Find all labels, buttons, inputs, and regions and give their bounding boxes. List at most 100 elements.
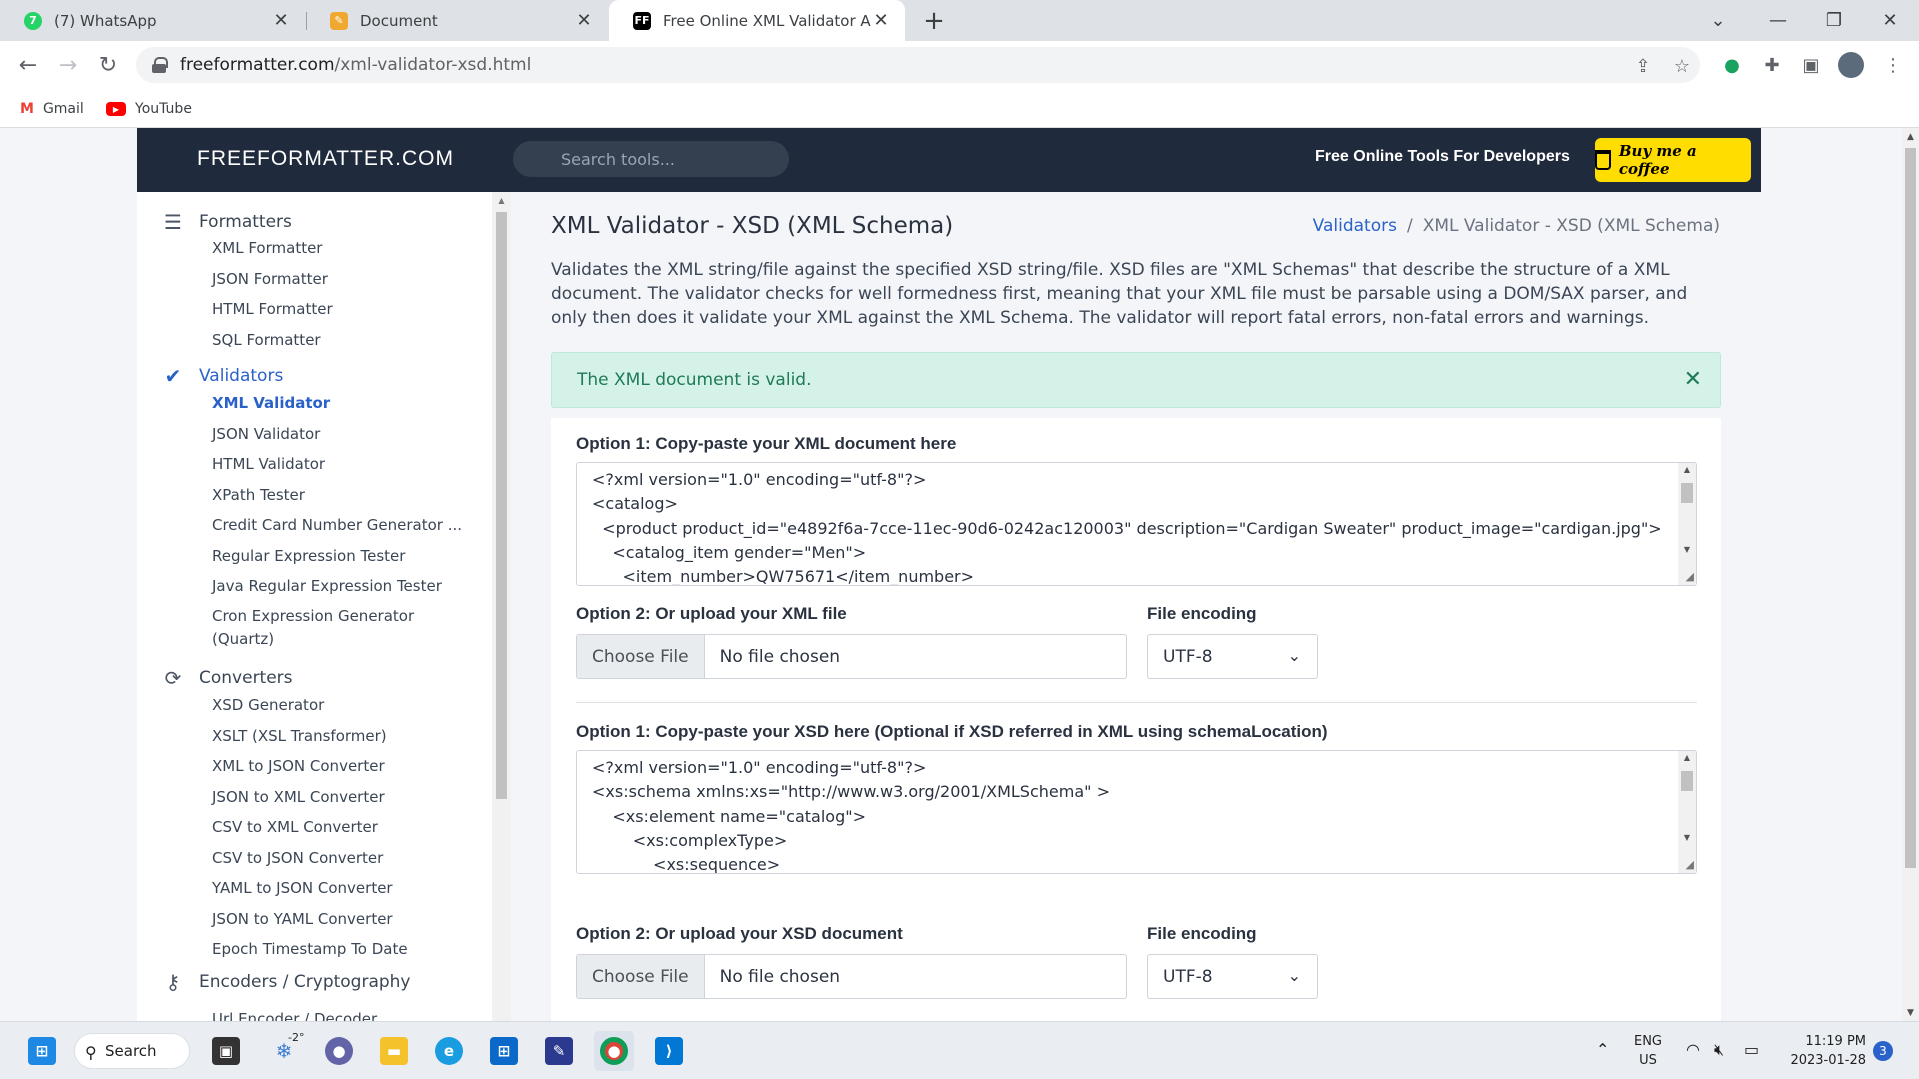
- scroll-up-arrow-icon[interactable]: ▲: [1902, 128, 1919, 145]
- language-indicator[interactable]: ENG US: [1628, 1032, 1668, 1070]
- xml-textarea-scrollbar[interactable]: ▲ ▼ ◢: [1678, 463, 1696, 585]
- xml-scroll-thumb[interactable]: [1681, 483, 1693, 503]
- sidebar-item-yaml-to-json[interactable]: YAML to JSON Converter: [212, 877, 472, 900]
- sidebar-item-xml-to-json[interactable]: XML to JSON Converter: [212, 755, 472, 778]
- windows-start-icon[interactable]: ⊞: [22, 1031, 62, 1071]
- wifi-icon[interactable]: ◠: [1686, 1040, 1700, 1059]
- page-scrollbar[interactable]: ▲ ▼: [1902, 128, 1919, 1021]
- sidebar-item-xpath-tester[interactable]: XPath Tester: [212, 484, 472, 507]
- tab-freeformatter[interactable]: FF Free Online XML Validator Against ✕: [609, 0, 905, 41]
- lock-icon[interactable]: [152, 57, 168, 73]
- sidebar-item-html-validator[interactable]: HTML Validator: [212, 453, 472, 476]
- xml-file-upload[interactable]: Choose File No file chosen: [576, 634, 1127, 679]
- xsd-encoding-select[interactable]: UTF-8 ⌄: [1147, 954, 1318, 999]
- chevron-up-icon[interactable]: ⌃: [1596, 1040, 1609, 1059]
- xml-input-textarea[interactable]: <?xml version="1.0" encoding="utf-8"?> <…: [576, 462, 1697, 586]
- resize-grip-icon[interactable]: ◢: [1686, 858, 1694, 871]
- sidebar-item-sql-formatter[interactable]: SQL Formatter: [212, 329, 472, 352]
- close-icon[interactable]: ✕: [1684, 367, 1702, 392]
- xml-choose-file-button[interactable]: Choose File: [577, 635, 705, 678]
- xsd-file-upload[interactable]: Choose File No file chosen: [576, 954, 1127, 999]
- page-scroll-thumb[interactable]: [1905, 148, 1916, 868]
- sidebar-item-csv-to-json[interactable]: CSV to JSON Converter: [212, 847, 472, 870]
- restore-button[interactable]: ❐: [1806, 0, 1862, 41]
- sidebar-scrollbar[interactable]: ▲: [492, 192, 511, 1021]
- sidebar-item-html-formatter[interactable]: HTML Formatter: [212, 298, 472, 321]
- scroll-down-arrow-icon[interactable]: ▼: [1902, 1004, 1919, 1021]
- sidebar-item-url-encoder[interactable]: Url Encoder / Decoder: [212, 1008, 472, 1021]
- chrome-menu-icon[interactable]: ⋮: [1879, 51, 1907, 79]
- tab-whatsapp[interactable]: 7 (7) WhatsApp ✕: [0, 0, 305, 41]
- extensions-puzzle-icon[interactable]: ✚: [1758, 51, 1786, 79]
- sidebar-item-epoch-timestamp[interactable]: Epoch Timestamp To Date: [212, 938, 472, 961]
- weather-widget-icon[interactable]: ❄ -2°: [264, 1031, 305, 1071]
- minimize-button[interactable]: —: [1750, 0, 1806, 41]
- sidebar-item-json-validator[interactable]: JSON Validator: [212, 423, 472, 446]
- sidebar-group-encoders[interactable]: ⚷ Encoders / Cryptography: [161, 968, 411, 996]
- sidebar-group-converters[interactable]: ⟳ Converters: [161, 664, 293, 692]
- sidebar-item-json-to-xml[interactable]: JSON to XML Converter: [212, 786, 472, 809]
- profile-avatar[interactable]: [1837, 51, 1865, 79]
- bookmark-star-icon[interactable]: ☆: [1671, 55, 1693, 77]
- volume-muted-icon[interactable]: 🔇︎: [1714, 1040, 1724, 1060]
- chrome-taskbar-icon[interactable]: ●: [594, 1031, 634, 1071]
- clock[interactable]: 11:19 PM 2023-01-28: [1776, 1032, 1866, 1070]
- bookmark-youtube[interactable]: ▶ YouTube: [106, 97, 192, 121]
- sidebar-item-xslt[interactable]: XSLT (XSL Transformer): [212, 725, 472, 748]
- side-panel-icon[interactable]: ▣: [1797, 51, 1825, 79]
- xsd-scroll-thumb[interactable]: [1681, 771, 1693, 791]
- sidebar-item-csv-to-xml[interactable]: CSV to XML Converter: [212, 816, 472, 839]
- scroll-up-arrow-icon[interactable]: ▲: [1678, 465, 1696, 474]
- sidebar-item-xsd-generator[interactable]: XSD Generator: [212, 694, 472, 717]
- sidebar-group-formatters[interactable]: ☰ Formatters: [161, 208, 292, 236]
- sidebar-item-json-formatter[interactable]: JSON Formatter: [212, 268, 472, 291]
- scroll-down-arrow-icon[interactable]: ▼: [1678, 833, 1696, 842]
- file-explorer-icon[interactable]: ▬: [374, 1031, 414, 1071]
- sidebar-group-validators[interactable]: ✔ Validators: [161, 362, 284, 390]
- sidebar-scroll-thumb[interactable]: [496, 212, 507, 799]
- close-window-button[interactable]: ✕: [1862, 0, 1918, 41]
- vscode-icon[interactable]: ⟩: [649, 1031, 689, 1071]
- xsd-choose-file-button[interactable]: Choose File: [577, 955, 705, 998]
- tab-search-chevron-icon[interactable]: ⌄: [1690, 0, 1746, 41]
- buy-me-a-coffee-button[interactable]: Buy me a coffee: [1595, 138, 1751, 182]
- notification-badge[interactable]: 3: [1873, 1041, 1893, 1061]
- resize-grip-icon[interactable]: ◢: [1686, 570, 1694, 583]
- taskbar-search[interactable]: ⚲ Search: [74, 1033, 190, 1069]
- sidebar-item-xml-formatter[interactable]: XML Formatter: [212, 237, 472, 260]
- scroll-up-arrow-icon[interactable]: ▲: [1678, 753, 1696, 762]
- sidebar-item-credit-card-generator[interactable]: Credit Card Number Generator ...: [212, 514, 472, 537]
- extension-green-icon[interactable]: ●: [1718, 51, 1746, 79]
- back-arrow-icon[interactable]: ←: [12, 49, 44, 81]
- notes-app-icon[interactable]: ✎: [539, 1031, 579, 1071]
- forward-arrow-icon[interactable]: →: [52, 49, 84, 81]
- bookmark-gmail[interactable]: M Gmail: [20, 97, 84, 121]
- address-bar[interactable]: freeformatter.com/xml-validator-xsd.html…: [136, 47, 1700, 83]
- reload-icon[interactable]: ↻: [92, 49, 124, 81]
- close-tab-icon[interactable]: ✕: [271, 10, 291, 31]
- scroll-up-arrow-icon[interactable]: ▲: [492, 192, 511, 208]
- xml-encoding-select[interactable]: UTF-8 ⌄: [1147, 634, 1318, 679]
- search-tools-input[interactable]: Search tools...: [513, 141, 789, 177]
- share-icon[interactable]: ⇪: [1632, 55, 1654, 77]
- close-tab-icon[interactable]: ✕: [574, 10, 594, 31]
- xsd-textarea-scrollbar[interactable]: ▲ ▼ ◢: [1678, 751, 1696, 873]
- site-logo[interactable]: FREEFORMATTER.COM: [197, 147, 454, 171]
- microsoft-store-icon[interactable]: ⊞: [484, 1031, 524, 1071]
- sidebar-item-regex-tester[interactable]: Regular Expression Tester: [212, 545, 472, 568]
- new-tab-button[interactable]: +: [918, 6, 950, 36]
- edge-browser-icon[interactable]: e: [429, 1031, 469, 1071]
- battery-icon[interactable]: ▭: [1744, 1040, 1759, 1059]
- tab-document[interactable]: ✎ Document ✕: [306, 0, 608, 41]
- sidebar-item-java-regex-tester[interactable]: Java Regular Expression Tester: [212, 575, 472, 598]
- sidebar-item-xml-validator[interactable]: XML Validator: [212, 392, 472, 415]
- close-tab-icon[interactable]: ✕: [871, 10, 891, 31]
- browser-tab-strip: 7 (7) WhatsApp ✕ ✎ Document ✕ FF Free On…: [0, 0, 1919, 41]
- sidebar-item-cron-generator[interactable]: Cron Expression Generator (Quartz): [212, 605, 427, 651]
- sidebar-item-json-to-yaml[interactable]: JSON to YAML Converter: [212, 908, 472, 931]
- breadcrumb-validators-link[interactable]: Validators: [1313, 216, 1397, 236]
- scroll-down-arrow-icon[interactable]: ▼: [1678, 545, 1696, 554]
- teams-chat-icon[interactable]: ●: [319, 1031, 359, 1071]
- xsd-input-textarea[interactable]: <?xml version="1.0" encoding="utf-8"?> <…: [576, 750, 1697, 874]
- task-view-icon[interactable]: ▣: [206, 1031, 246, 1071]
